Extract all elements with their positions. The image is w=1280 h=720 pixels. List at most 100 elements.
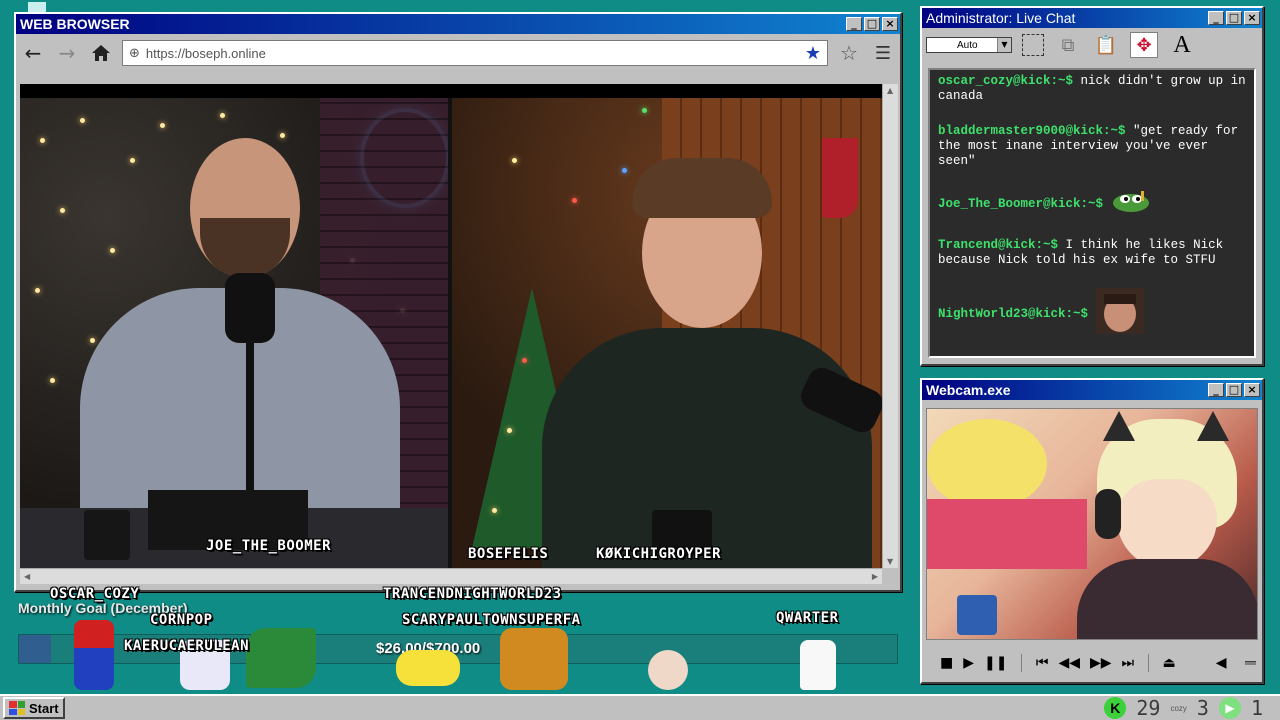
media-controls: ■ ▶ ❚❚ ⏮ ◀◀ ▶▶ ⏭ ⏏ ◀ bbox=[930, 650, 1256, 676]
tray-count-b: 3 bbox=[1196, 696, 1209, 720]
volume-icon[interactable]: ◀ bbox=[1216, 655, 1227, 671]
webcam-title: Webcam.exe bbox=[926, 382, 1011, 398]
right-streamer-name-2: KØKICHIGROYPER bbox=[596, 546, 722, 562]
maximize-button[interactable]: □ bbox=[1226, 11, 1242, 25]
viewer-tag-qwarter: QWARTER bbox=[776, 610, 839, 626]
kick-viewer-count: 29 bbox=[1136, 696, 1161, 720]
chat-window: Administrator: Live Chat _ □ × Auto ▼ ⧉ … bbox=[920, 6, 1264, 366]
maximize-button[interactable]: □ bbox=[864, 17, 880, 31]
tray-count-c: 1 bbox=[1250, 696, 1263, 720]
headphones-icon bbox=[1095, 489, 1121, 539]
start-button[interactable]: Start bbox=[3, 697, 65, 719]
minimize-button[interactable]: _ bbox=[1208, 383, 1224, 397]
left-person-beard bbox=[200, 218, 290, 278]
video-viewport[interactable]: JOE_THE_BOOMER BOSEFELIS KØKICHIGROYPER bbox=[20, 84, 882, 568]
move-icon[interactable]: ✥ bbox=[1130, 32, 1158, 58]
minimize-button[interactable]: _ bbox=[1208, 11, 1224, 25]
chat-message: Trancend@kick:~$ I think he likes Nick b… bbox=[938, 238, 1246, 268]
eject-icon[interactable]: ⏏ bbox=[1163, 655, 1176, 671]
browser-window: WEB BROWSER _ □ × ← → ⊕ https://boseph.o… bbox=[14, 12, 902, 592]
scroll-down-icon[interactable]: ▼ bbox=[887, 557, 893, 566]
close-button[interactable]: × bbox=[1244, 383, 1260, 397]
chat-message: Joe_The_Boomer@kick:~$ bbox=[938, 189, 1246, 218]
stocking bbox=[822, 138, 858, 218]
browser-title: WEB BROWSER bbox=[20, 16, 130, 32]
skip-forward-icon[interactable]: ⏭ bbox=[1122, 655, 1135, 671]
stop-icon[interactable]: ■ bbox=[940, 655, 953, 671]
address-bar[interactable]: ⊕ https://boseph.online ★ bbox=[122, 40, 828, 66]
vtuber-sweater bbox=[1077, 559, 1257, 639]
viewer-tag-cornpop: CORNPOP bbox=[150, 612, 213, 628]
sprite-plant bbox=[648, 650, 688, 690]
chat-title: Administrator: Live Chat bbox=[926, 10, 1076, 26]
minimize-button[interactable]: _ bbox=[846, 17, 862, 31]
desktop-icon[interactable] bbox=[28, 2, 46, 12]
home-icon[interactable] bbox=[88, 40, 114, 66]
browser-navbar: ← → ⊕ https://boseph.online ★ ☆ ☰ bbox=[16, 34, 900, 72]
webcam-view bbox=[926, 408, 1258, 640]
auto-dropdown-value: Auto bbox=[957, 39, 978, 51]
pepe-emote-icon bbox=[1111, 189, 1153, 218]
horizontal-scrollbar[interactable]: ◀ ▶ bbox=[20, 568, 882, 584]
mic-stand bbox=[246, 338, 254, 508]
chevron-down-icon[interactable]: ▼ bbox=[997, 38, 1011, 52]
sprite-rider bbox=[500, 628, 568, 690]
browser-titlebar[interactable]: WEB BROWSER _ □ × bbox=[16, 14, 900, 34]
play-circle-icon[interactable]: ▶ bbox=[1218, 697, 1241, 719]
left-microphone-icon bbox=[225, 273, 275, 343]
mug bbox=[84, 510, 130, 560]
skip-back-icon[interactable]: ⏮ bbox=[1036, 655, 1049, 671]
scroll-right-icon[interactable]: ▶ bbox=[872, 572, 878, 581]
sprite-mario bbox=[74, 620, 114, 690]
font-icon[interactable]: A bbox=[1168, 32, 1196, 58]
vtuber-face bbox=[1117, 479, 1217, 569]
url-text[interactable]: https://boseph.online bbox=[146, 46, 799, 61]
chat-username[interactable]: NightWorld23@kick:~$ bbox=[938, 307, 1088, 321]
scroll-left-icon[interactable]: ◀ bbox=[24, 572, 30, 581]
select-tool-icon[interactable] bbox=[1022, 34, 1044, 56]
pause-icon[interactable]: ❚❚ bbox=[984, 655, 1007, 671]
sprite-pikachu bbox=[396, 650, 460, 686]
chat-username[interactable]: Trancend@kick:~$ bbox=[938, 238, 1058, 252]
play-icon[interactable]: ▶ bbox=[963, 655, 974, 671]
menu-icon[interactable]: ☰ bbox=[870, 40, 896, 66]
viewer-tag-trancend: TRANCENDNIGHTWORLD23 bbox=[383, 586, 562, 602]
close-button[interactable]: × bbox=[1244, 11, 1260, 25]
windows-logo-icon bbox=[9, 701, 25, 715]
favorites-icon[interactable]: ☆ bbox=[836, 40, 862, 66]
webcam-titlebar[interactable]: Webcam.exe _ □ × bbox=[922, 380, 1262, 400]
back-icon[interactable]: ← bbox=[20, 40, 46, 66]
taskbar: Start K 29 cozy 3 ▶ 1 bbox=[0, 694, 1280, 720]
goal-progress-fill bbox=[19, 635, 52, 663]
viewer-tag-kaeru: KAERUCAERULEAN bbox=[124, 638, 250, 654]
maximize-button[interactable]: □ bbox=[1226, 383, 1242, 397]
forward-icon[interactable]: → bbox=[54, 40, 80, 66]
chat-message: oscar_cozy@kick:~$ nick didn't grow up i… bbox=[938, 74, 1246, 104]
vertical-scrollbar[interactable]: ▲ ▼ bbox=[882, 84, 898, 568]
system-tray: K 29 cozy 3 ▶ 1 bbox=[1104, 696, 1277, 720]
auto-dropdown[interactable]: Auto ▼ bbox=[926, 37, 1012, 53]
paste-icon[interactable]: 📋 bbox=[1092, 32, 1120, 58]
bookmark-star-icon[interactable]: ★ bbox=[805, 43, 821, 64]
chat-titlebar[interactable]: Administrator: Live Chat _ □ × bbox=[922, 8, 1262, 28]
kick-icon[interactable]: K bbox=[1104, 697, 1127, 719]
sprite-runner bbox=[246, 628, 316, 688]
fast-forward-icon[interactable]: ▶▶ bbox=[1090, 655, 1112, 671]
pillow bbox=[927, 419, 1047, 509]
blue-mug bbox=[957, 595, 997, 635]
sprite-skeleton bbox=[800, 640, 836, 690]
close-button[interactable]: × bbox=[882, 17, 898, 31]
scroll-up-icon[interactable]: ▲ bbox=[887, 86, 893, 95]
rewind-icon[interactable]: ◀◀ bbox=[1058, 655, 1080, 671]
chat-messages[interactable]: oscar_cozy@kick:~$ nick didn't grow up i… bbox=[928, 68, 1256, 358]
chat-message: bladdermaster9000@kick:~$ "get ready for… bbox=[938, 124, 1246, 169]
chat-username[interactable]: bladdermaster9000@kick:~$ bbox=[938, 124, 1126, 138]
start-label: Start bbox=[29, 700, 59, 716]
chat-username[interactable]: Joe_The_Boomer@kick:~$ bbox=[938, 197, 1103, 211]
copy-icon[interactable]: ⧉ bbox=[1054, 32, 1082, 58]
volume-slider[interactable] bbox=[1244, 661, 1256, 665]
chat-username[interactable]: oscar_cozy@kick:~$ bbox=[938, 74, 1073, 88]
chat-toolbar: Auto ▼ ⧉ 📋 ✥ A bbox=[922, 28, 1262, 62]
cat-ear-left bbox=[1103, 411, 1135, 441]
cozy-icon[interactable]: cozy bbox=[1170, 704, 1186, 713]
